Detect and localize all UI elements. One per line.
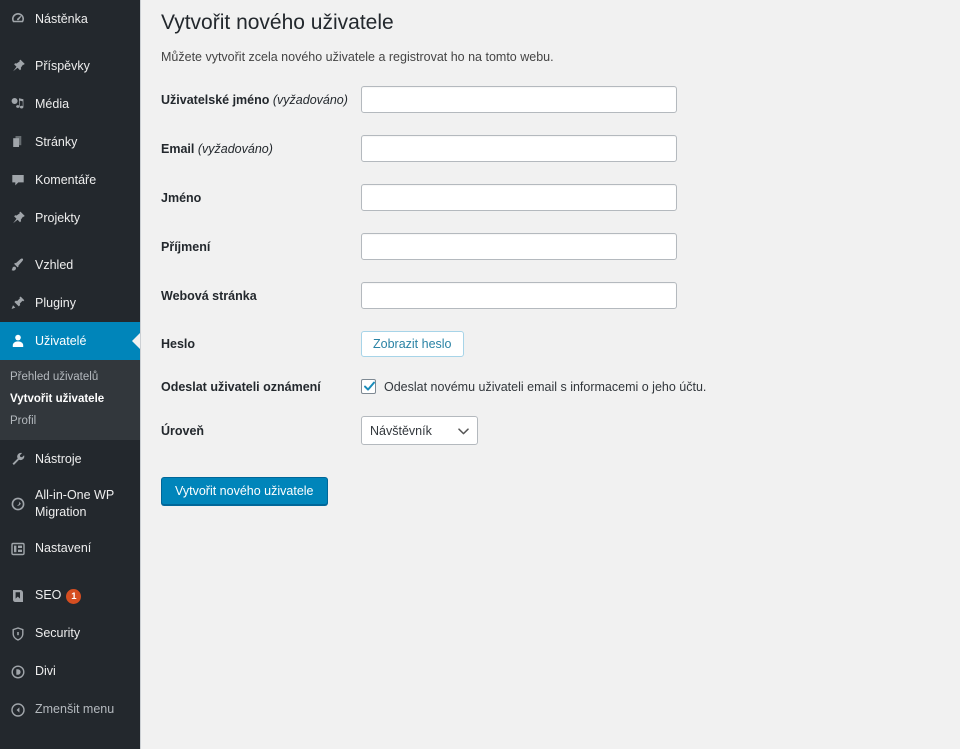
page-description: Můžete vytvořit zcela nového uživatele a… [161, 50, 554, 65]
sidebar-item-all-in-one-wp-migration[interactable]: All-in-One WP Migration [0, 478, 140, 530]
first-name-label: Jméno [161, 190, 202, 205]
sidebar-divider [0, 568, 140, 577]
sidebar-item-label: Uživatelé [35, 333, 87, 348]
collapse-icon [8, 700, 28, 720]
divi-icon [8, 662, 28, 682]
create-user-form: Uživatelské jméno (vyžadováno) Email (vy… [161, 86, 940, 506]
notification-label: Odeslat uživateli oznámení [161, 379, 321, 394]
sidebar-item-security[interactable]: Security [0, 615, 140, 653]
sidebar-item-label: Vzhled [35, 257, 74, 272]
seo-update-badge: 1 [66, 588, 82, 604]
create-user-submit-button[interactable]: Vytvořit nového uživatele [161, 477, 328, 506]
sidebar-item-label: All-in-One WP Migration [35, 488, 114, 519]
sidebar-item-users[interactable]: Uživatelé [0, 322, 140, 360]
sidebar-item-divi[interactable]: Divi [0, 653, 140, 691]
role-select[interactable]: Návštěvník [361, 416, 478, 446]
website-input[interactable] [361, 282, 677, 310]
sidebar-item-label: Nastavení [35, 541, 92, 556]
form-row-first-name: Jméno [161, 184, 940, 212]
user-icon [8, 331, 28, 351]
sidebar-item-collapse-menu[interactable]: Zmenšit menu [0, 691, 140, 729]
last-name-input[interactable] [361, 233, 677, 261]
sidebar-item-posts[interactable]: Příspěvky [0, 47, 140, 85]
wordpress-admin-screen: Nástěnka Příspěvky Média Stránky Komentá… [0, 0, 960, 749]
sidebar-item-label: Stránky [35, 134, 78, 149]
sidebar-divider [0, 38, 140, 47]
sidebar-item-plugins[interactable]: Pluginy [0, 284, 140, 322]
sidebar-item-appearance[interactable]: Vzhled [0, 246, 140, 284]
sidebar-item-label: Divi [35, 664, 56, 679]
form-row-username: Uživatelské jméno (vyžadováno) [161, 86, 940, 114]
form-row-website: Webová stránka [161, 282, 940, 310]
settings-icon [8, 539, 28, 559]
page-title: Vytvořit nového uživatele [161, 11, 394, 34]
role-select-wrapper: Návštěvník [361, 416, 478, 446]
sidebar-item-tools[interactable]: Nástroje [0, 440, 140, 478]
submenu-item-add-user[interactable]: Vytvořit uživatele [0, 388, 140, 410]
sidebar-item-label: Komentáře [35, 172, 97, 187]
brush-icon [8, 255, 28, 275]
main-content: Vytvořit nového uživatele Můžete vytvoři… [140, 0, 960, 749]
sidebar-item-label: Pluginy [35, 295, 76, 310]
users-submenu: Přehled uživatelů Vytvořit uživatele Pro… [0, 360, 140, 440]
form-row-notification: Odeslat uživateli oznámení Odeslat novém… [161, 379, 940, 395]
sidebar-item-label: SEO 1 [35, 587, 140, 604]
form-row-role: Úroveň Návštěvník [161, 416, 940, 446]
wrench-icon [8, 449, 28, 469]
comment-icon [8, 170, 28, 190]
first-name-input[interactable] [361, 184, 677, 212]
sidebar-item-media[interactable]: Média [0, 85, 140, 123]
last-name-label: Příjmení [161, 239, 211, 254]
plugin-icon [8, 293, 28, 313]
email-label: Email (vyžadováno) [161, 141, 273, 156]
sidebar-item-comments[interactable]: Komentáře [0, 161, 140, 199]
pin-icon [8, 56, 28, 76]
website-label: Webová stránka [161, 288, 257, 303]
notification-checkbox-group: Odeslat novému uživateli email s informa… [361, 379, 707, 395]
sidebar-item-seo[interactable]: SEO 1 [0, 577, 140, 615]
sidebar-item-label: Média [35, 96, 70, 111]
admin-sidebar: Nástěnka Příspěvky Média Stránky Komentá… [0, 0, 140, 749]
sidebar-item-projects[interactable]: Projekty [0, 199, 140, 237]
sidebar-item-label: Nástroje [35, 451, 82, 466]
role-label: Úroveň [161, 423, 205, 438]
migration-icon [8, 494, 28, 514]
username-label: Uživatelské jméno (vyžadováno) [161, 92, 348, 107]
sidebar-item-label: Nástěnka [35, 11, 88, 26]
dashboard-icon [8, 9, 28, 29]
form-row-last-name: Příjmení [161, 233, 940, 261]
email-input[interactable] [361, 135, 677, 163]
sidebar-divider [0, 237, 140, 246]
seo-icon [8, 586, 28, 606]
submenu-item-all-users[interactable]: Přehled uživatelů [0, 366, 140, 388]
sidebar-item-label: Příspěvky [35, 58, 90, 73]
submenu-item-profile[interactable]: Profil [0, 410, 140, 432]
notification-checkbox-label: Odeslat novému uživateli email s informa… [384, 379, 707, 394]
form-row-email: Email (vyžadováno) [161, 135, 940, 163]
media-icon [8, 94, 28, 114]
sidebar-item-pages[interactable]: Stránky [0, 123, 140, 161]
send-notification-checkbox[interactable] [361, 379, 376, 395]
sidebar-item-settings[interactable]: Nastavení [0, 530, 140, 568]
sidebar-item-label: Zmenšit menu [35, 702, 115, 717]
pages-icon [8, 132, 28, 152]
pin-icon [8, 208, 28, 228]
sidebar-item-label: Security [35, 626, 81, 641]
password-label: Heslo [161, 337, 196, 352]
sidebar-item-label: Projekty [35, 210, 81, 225]
username-input[interactable] [361, 86, 677, 114]
sidebar-item-dashboard[interactable]: Nástěnka [0, 0, 140, 38]
shield-icon [8, 624, 28, 644]
show-password-button[interactable]: Zobrazit heslo [361, 331, 464, 358]
form-row-password: Heslo Zobrazit heslo [161, 331, 940, 358]
